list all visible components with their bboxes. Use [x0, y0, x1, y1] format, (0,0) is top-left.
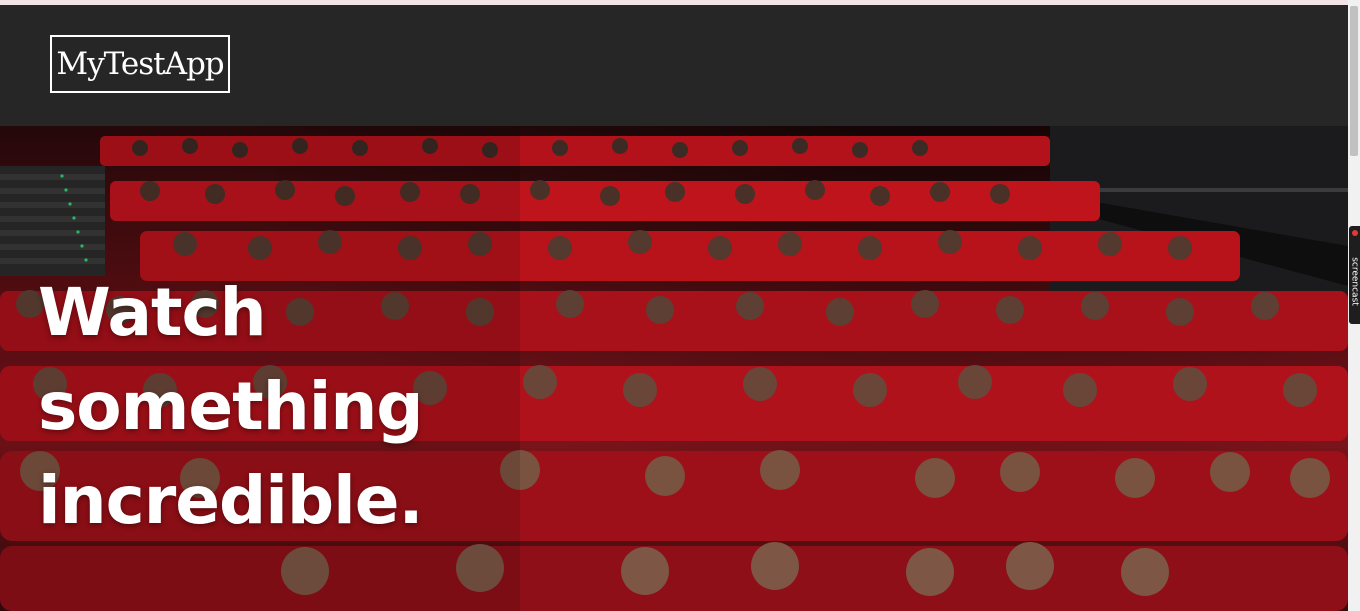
theater-wall-decoration	[1050, 126, 1348, 316]
record-dot-icon	[1352, 230, 1358, 236]
hero-heading-line-2: something	[38, 368, 424, 445]
screencast-extension-label: screencast	[1349, 257, 1360, 306]
hero-heading-line-1: Watch	[38, 274, 267, 351]
screencast-extension-tab[interactable]: screencast	[1349, 226, 1360, 324]
hero-section: Watch something incredible.	[0, 126, 1348, 611]
navbar: MyTestApp	[0, 5, 1348, 126]
hero-heading-line-3: incredible.	[38, 462, 424, 539]
brand-logo-link[interactable]: MyTestApp	[50, 35, 230, 93]
scrollbar-thumb[interactable]	[1350, 6, 1358, 156]
hero-heading: Watch something incredible.	[38, 266, 424, 548]
